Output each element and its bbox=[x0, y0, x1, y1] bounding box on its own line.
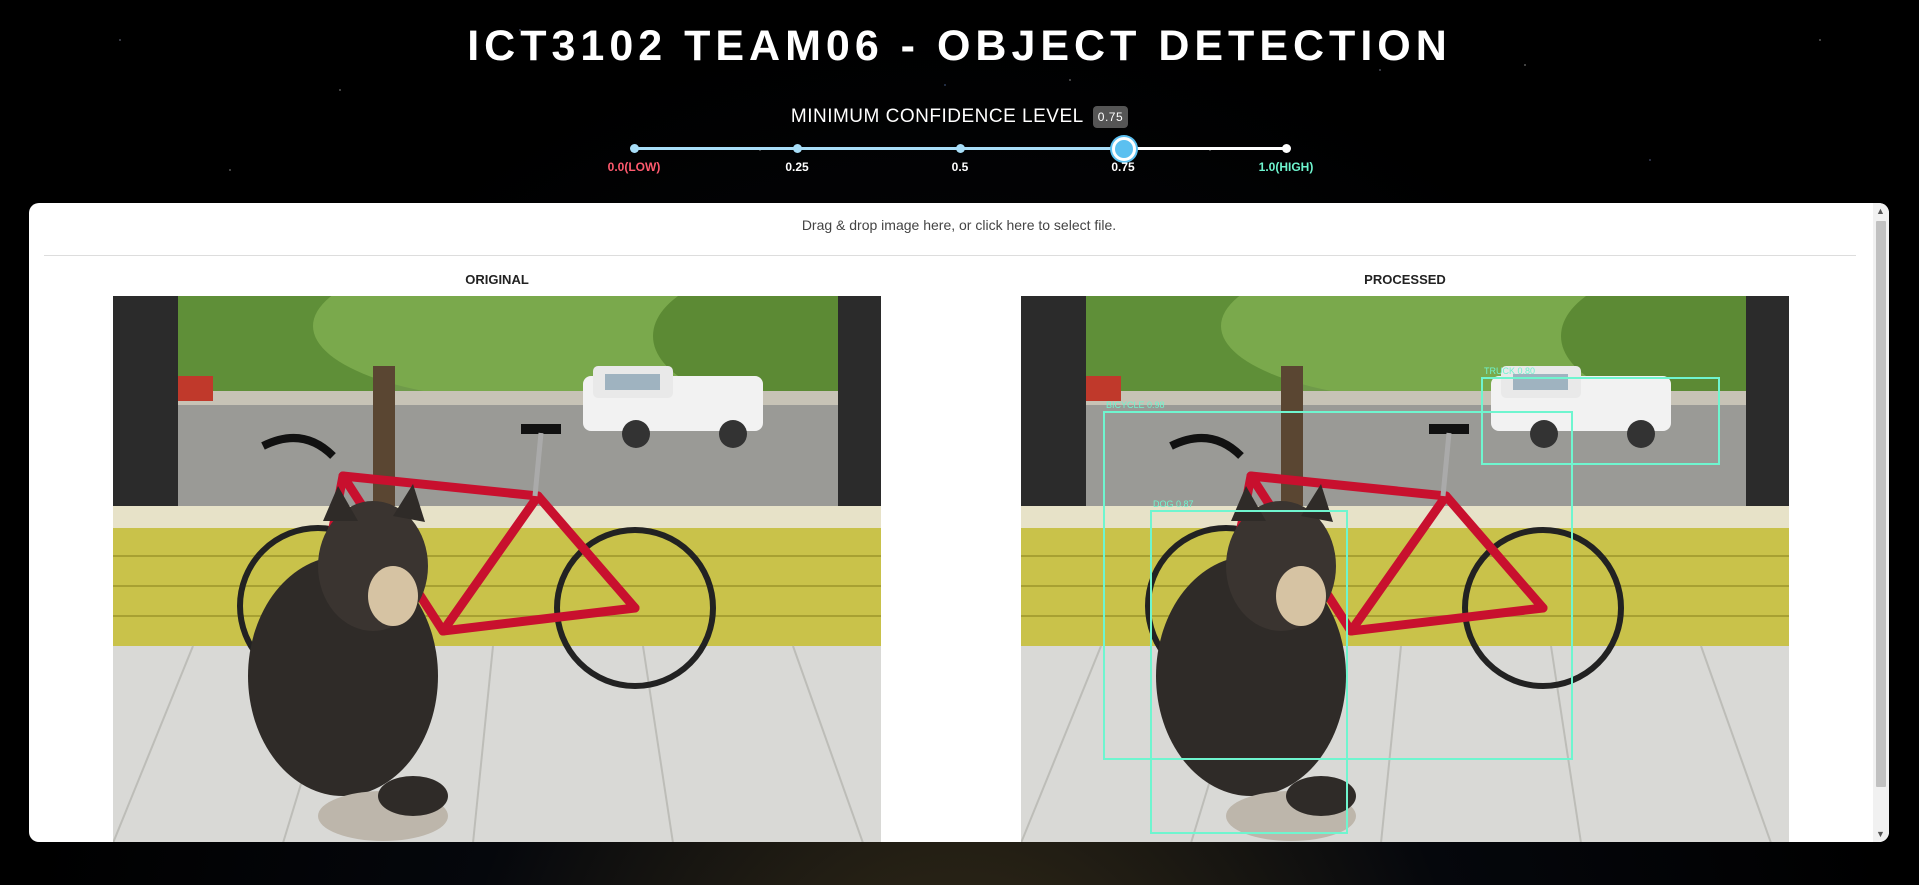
tick-label-high[interactable]: 1.0(HIGH) bbox=[1259, 160, 1314, 174]
scene bbox=[113, 296, 881, 842]
processed-title: PROCESSED bbox=[1364, 272, 1446, 287]
image-dropzone[interactable]: Drag & drop image here, or click here to… bbox=[29, 217, 1889, 233]
slider-tick-labels: 0.0(LOW) 0.25 0.5 0.75 1.0(HIGH) bbox=[608, 160, 1314, 180]
panel-scrollbar[interactable]: ▲ ▼ bbox=[1873, 203, 1889, 842]
original-image bbox=[113, 296, 881, 842]
slider-handle[interactable] bbox=[1112, 137, 1136, 161]
confidence-label-text: MINIMUM CONFIDENCE LEVEL bbox=[790, 106, 1083, 128]
scroll-up-icon[interactable]: ▲ bbox=[1876, 206, 1885, 216]
page-title: ICT3102 TEAM06 - OBJECT DETECTION bbox=[467, 22, 1452, 70]
slider-tick-05[interactable] bbox=[956, 144, 965, 153]
divider bbox=[44, 255, 1856, 256]
tick-label-075[interactable]: 0.75 bbox=[1111, 160, 1134, 174]
processed-photo-illustration: BICYCLE 0.98 DOG 0.87 TRUCK 0.80 bbox=[1021, 296, 1789, 842]
slider-tick-0[interactable] bbox=[630, 144, 639, 153]
confidence-label: MINIMUM CONFIDENCE LEVEL 0.75 bbox=[0, 106, 1919, 128]
original-photo-illustration bbox=[113, 296, 881, 842]
tick-label-low[interactable]: 0.0(LOW) bbox=[608, 160, 661, 174]
tick-label-025[interactable]: 0.25 bbox=[785, 160, 808, 174]
bbox-bicycle-label: BICYCLE 0.98 bbox=[1106, 400, 1165, 410]
bbox-truck-label: TRUCK 0.80 bbox=[1484, 366, 1535, 376]
slider-tick-1[interactable] bbox=[1282, 144, 1291, 153]
slider-tick-025[interactable] bbox=[793, 144, 802, 153]
processed-image: BICYCLE 0.98 DOG 0.87 TRUCK 0.80 bbox=[1021, 296, 1789, 842]
bbox-dog-label: DOG 0.87 bbox=[1153, 499, 1194, 509]
confidence-value-tooltip: 0.75 bbox=[1092, 106, 1129, 128]
tick-label-05[interactable]: 0.5 bbox=[952, 160, 969, 174]
results-panel: Drag & drop image here, or click here to… bbox=[29, 203, 1889, 842]
scroll-down-icon[interactable]: ▼ bbox=[1876, 829, 1885, 839]
slider-fill bbox=[634, 147, 1123, 150]
scrollbar-thumb[interactable] bbox=[1876, 221, 1886, 787]
original-title: ORIGINAL bbox=[465, 272, 529, 287]
